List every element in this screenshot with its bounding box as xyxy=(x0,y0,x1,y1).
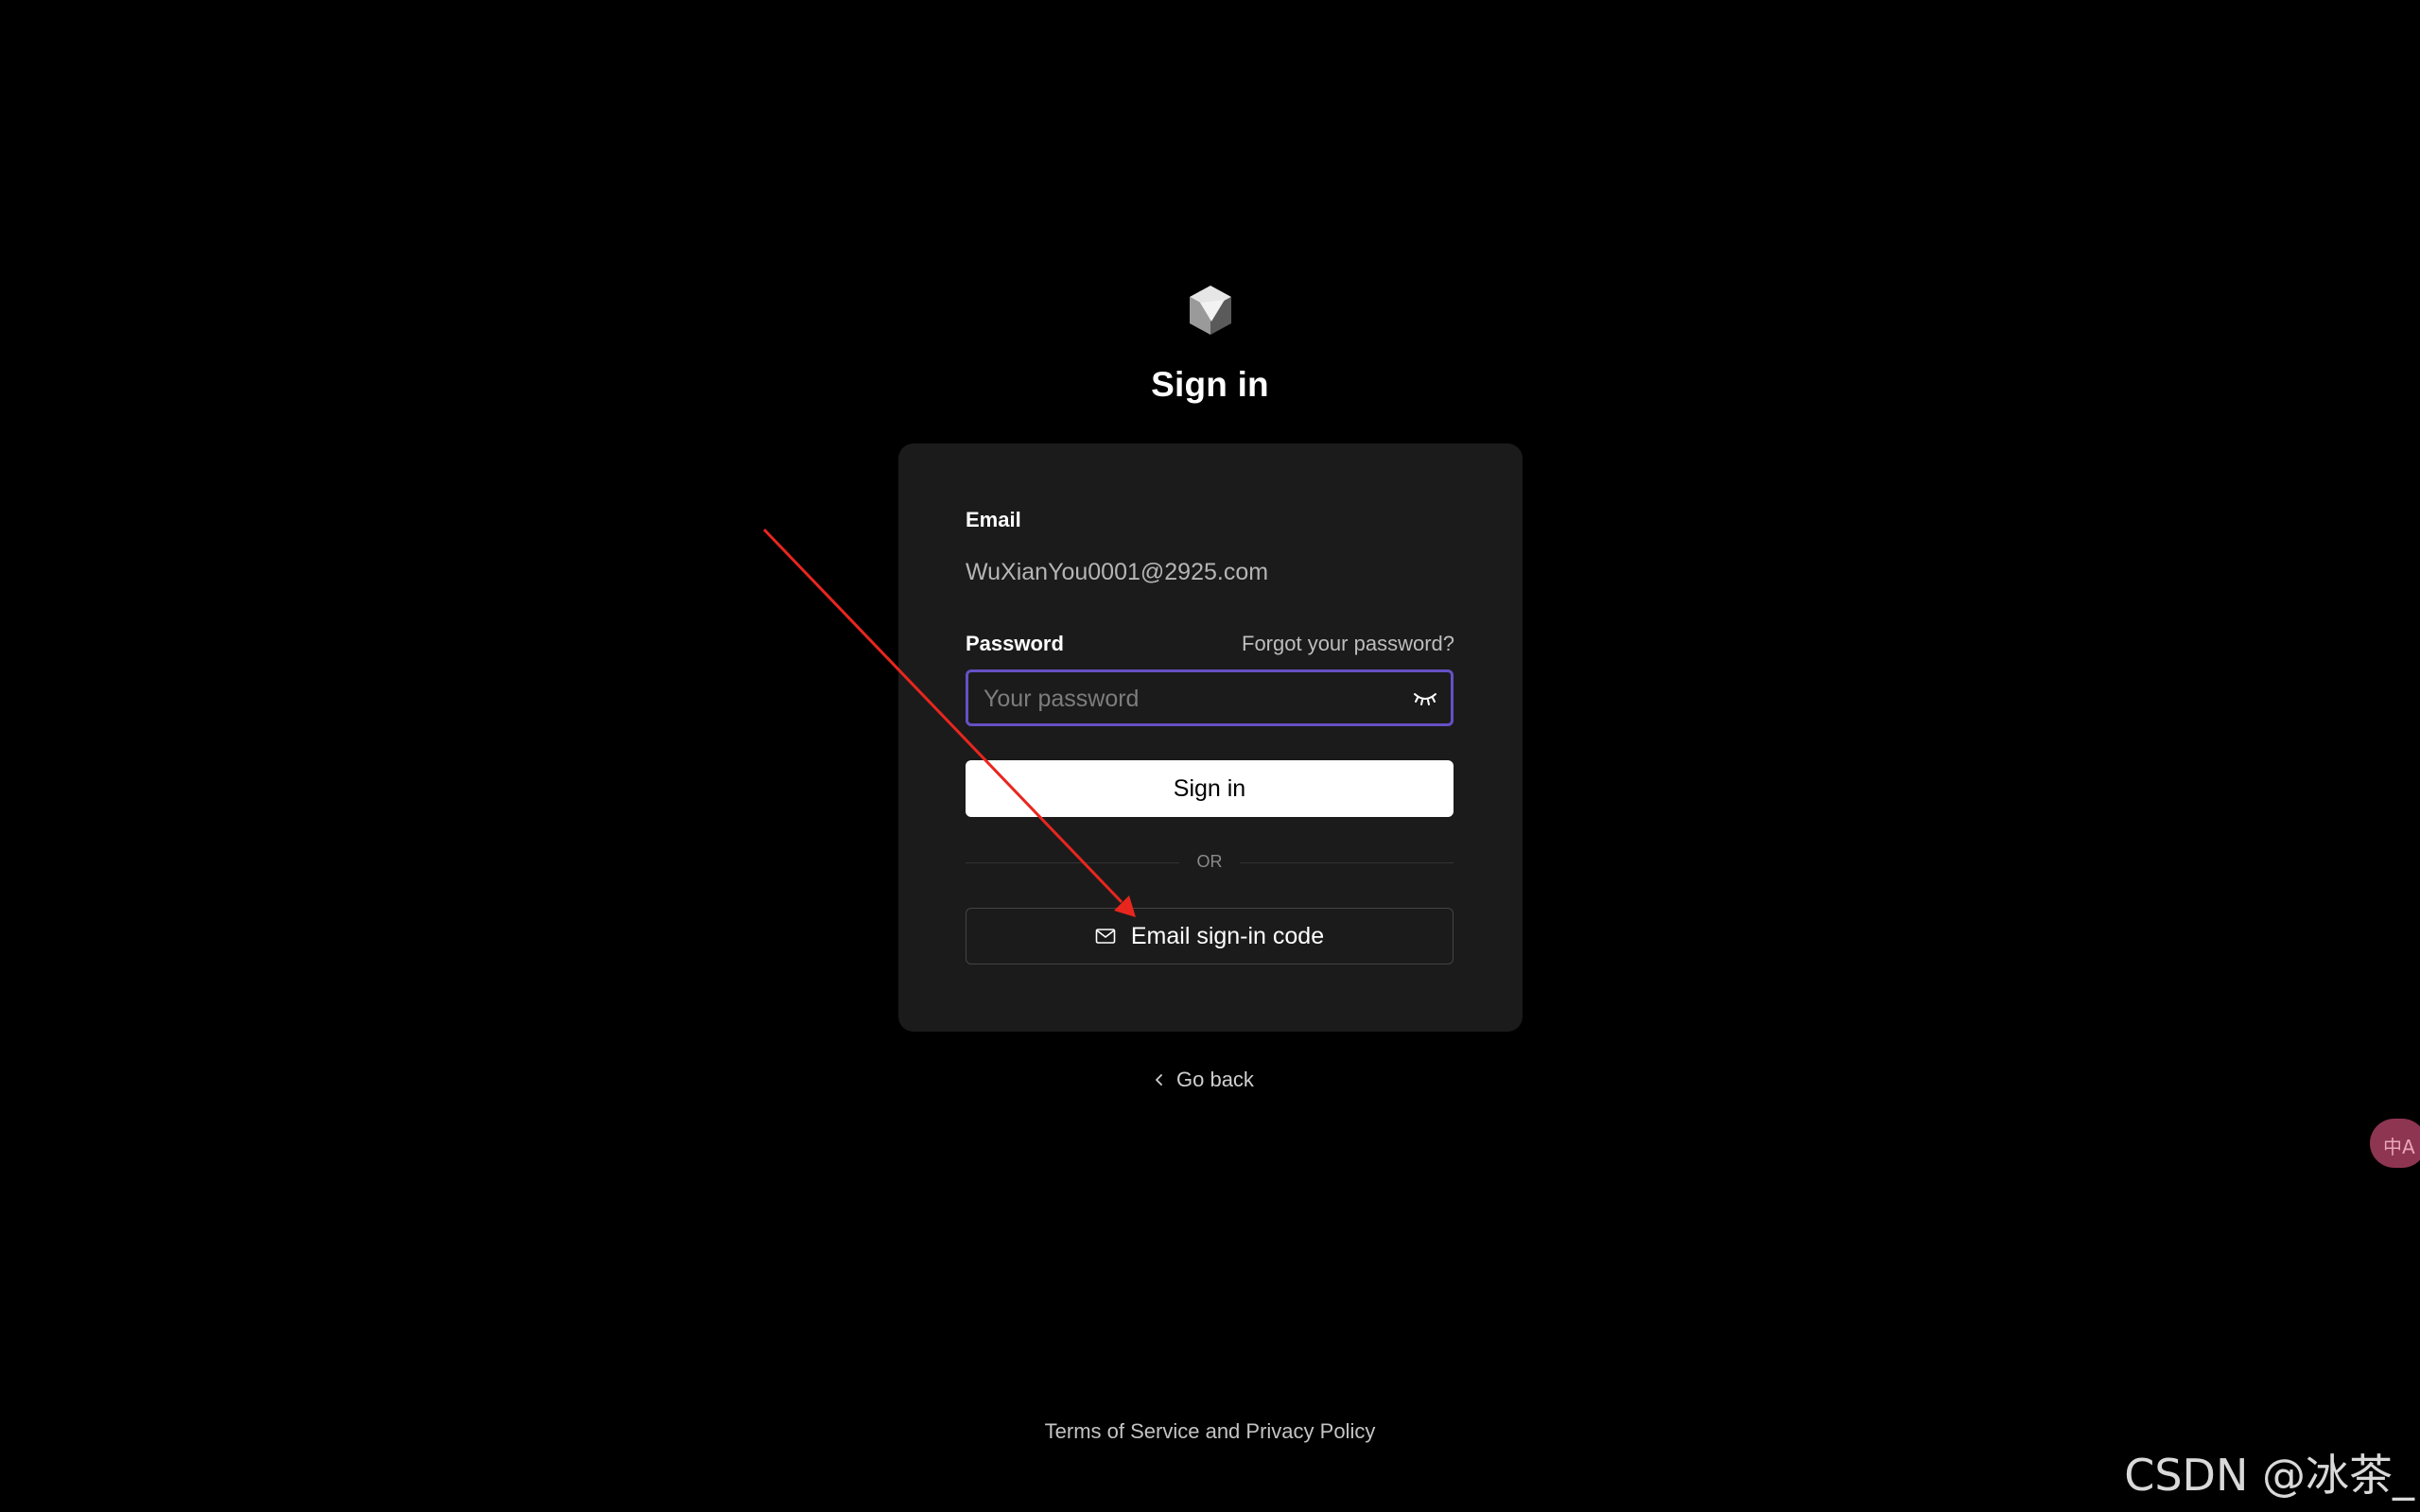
divider-right xyxy=(1240,862,1454,863)
email-sign-in-code-button[interactable]: Email sign-in code xyxy=(966,908,1454,965)
email-value: WuXianYou0001@2925.com xyxy=(966,559,1269,585)
translate-icon: 中A xyxy=(2383,1136,2415,1158)
eye-closed-icon[interactable] xyxy=(1413,688,1437,707)
translate-widget-button[interactable]: 中A xyxy=(2370,1119,2420,1168)
mail-icon xyxy=(1095,929,1116,944)
password-label: Password xyxy=(966,632,1064,655)
email-label: Email xyxy=(966,508,1021,531)
chevron-left-icon xyxy=(1156,1074,1162,1086)
password-input[interactable] xyxy=(982,672,1392,725)
password-field xyxy=(966,669,1454,726)
terms-privacy-link[interactable]: Terms of Service and Privacy Policy xyxy=(0,1419,2420,1444)
email-code-button-content: Email sign-in code xyxy=(966,909,1453,964)
sign-in-card: Email WuXianYou0001@2925.com Password Fo… xyxy=(898,443,1523,1032)
go-back-link[interactable]: Go back xyxy=(1154,1068,1254,1092)
sign-in-button[interactable]: Sign in xyxy=(966,760,1454,817)
go-back-label: Go back xyxy=(1176,1068,1254,1091)
forgot-password-link[interactable]: Forgot your password? xyxy=(1242,632,1454,656)
sign-in-page: Sign in Email WuXianYou0001@2925.com Pas… xyxy=(0,0,2420,1512)
watermark: CSDN @冰茶_ xyxy=(2124,1450,2414,1501)
email-code-button-label: Email sign-in code xyxy=(1130,922,1325,949)
cube-logo-icon xyxy=(1190,286,1231,335)
page-title: Sign in xyxy=(1151,365,1269,404)
